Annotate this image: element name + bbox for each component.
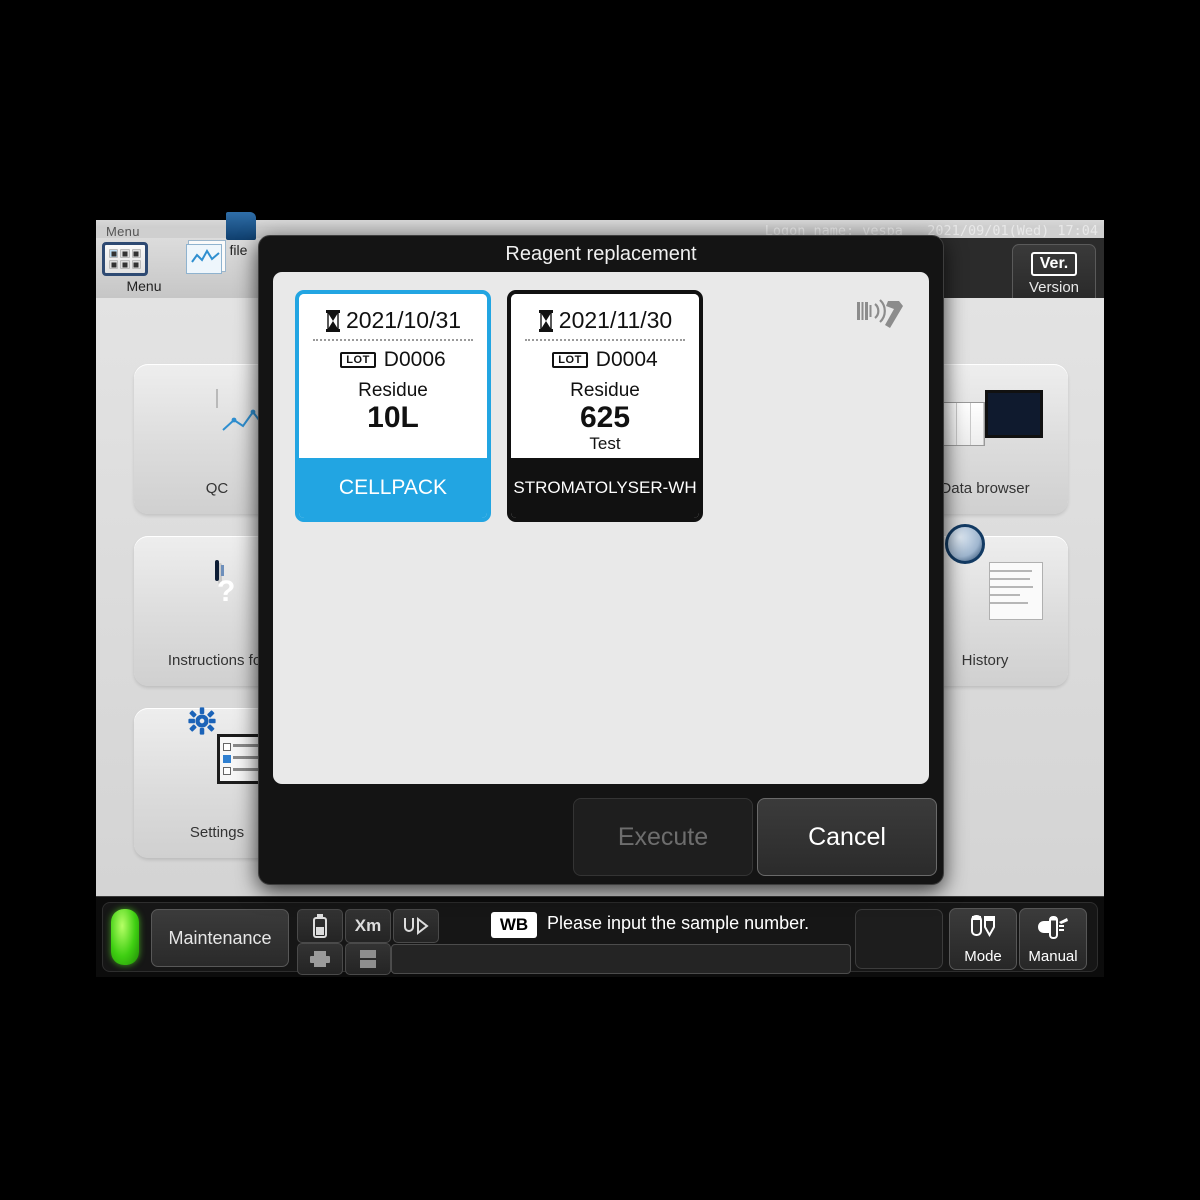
reagent-lot-row: LOT D0004 bbox=[511, 348, 699, 372]
menu-breadcrumb: Menu bbox=[106, 224, 140, 239]
residue-amount: 10L bbox=[367, 401, 419, 434]
reagent-name: CELLPACK bbox=[299, 458, 487, 518]
status-bar-inner: Maintenance Xm WB Please input the sampl… bbox=[102, 902, 1098, 975]
mode-button[interactable]: Mode bbox=[949, 908, 1017, 970]
dialog-title: Reagent replacement bbox=[505, 243, 697, 265]
hourglass-icon bbox=[538, 309, 553, 332]
status-blank-panel bbox=[855, 909, 943, 969]
toolbar-item-qc-file[interactable]: QC file bbox=[184, 212, 268, 274]
toolbar-item-menu[interactable]: Menu bbox=[102, 242, 186, 294]
printer-icon[interactable] bbox=[297, 943, 343, 975]
reagent-card-info: 2021/10/31 LOT D0006 Residue 10L bbox=[299, 294, 487, 458]
reagent-lot-number: D0004 bbox=[595, 348, 658, 371]
reagent-replacement-dialog: Reagent replacement 2021/10/31 LOT D0006… bbox=[258, 235, 944, 885]
lot-tag: LOT bbox=[340, 352, 376, 368]
manual-hand-icon bbox=[1035, 916, 1071, 947]
screen-root: Menu Logon name: vespa 2021/09/01(Wed) 1… bbox=[0, 0, 1200, 1200]
menu-grid-icon bbox=[102, 242, 186, 276]
status-bar: Maintenance Xm WB Please input the sampl… bbox=[96, 896, 1104, 977]
reagent-lot-row: LOT D0006 bbox=[299, 348, 487, 372]
blood-mode-badge[interactable]: WB bbox=[491, 912, 537, 938]
reagent-expiry-row: 2021/11/30 bbox=[511, 307, 699, 334]
version-label: Version bbox=[1028, 279, 1080, 296]
card-divider bbox=[313, 339, 473, 341]
reagent-expiry-row: 2021/10/31 bbox=[299, 307, 487, 334]
sample-flow-icon[interactable] bbox=[393, 909, 439, 943]
residue-label: Residue bbox=[570, 380, 640, 401]
residue-label: Residue bbox=[358, 380, 428, 401]
mode-button-label: Mode bbox=[964, 948, 1002, 965]
residue-amount: 625 bbox=[579, 401, 631, 434]
qc-chart-icon bbox=[216, 389, 286, 431]
execute-button[interactable]: Execute bbox=[573, 798, 753, 876]
toolbar-item-menu-label: Menu bbox=[126, 278, 162, 294]
lot-tag: LOT bbox=[552, 352, 588, 368]
status-lamp bbox=[111, 909, 139, 965]
reagent-lot-number: D0006 bbox=[383, 348, 446, 371]
sample-number-input[interactable] bbox=[391, 944, 851, 974]
test-tube-mode-icon bbox=[966, 915, 1000, 947]
cancel-button[interactable]: Cancel bbox=[757, 798, 937, 876]
gear-glyph bbox=[188, 707, 216, 735]
reagent-name: STROMATOLYSER-WH bbox=[511, 458, 699, 518]
reagent-expiry-date: 2021/11/30 bbox=[558, 307, 673, 333]
storage-icon[interactable] bbox=[345, 943, 391, 975]
dialog-body: 2021/10/31 LOT D0006 Residue 10L CELLPAC… bbox=[273, 272, 929, 784]
reagent-expiry-date: 2021/10/31 bbox=[345, 307, 462, 333]
manual-button[interactable]: Manual bbox=[1019, 908, 1087, 970]
version-badge: Ver. bbox=[1030, 252, 1078, 276]
manual-button-label: Manual bbox=[1028, 948, 1078, 965]
residue-unit: Test bbox=[589, 433, 621, 453]
reagent-card-info: 2021/11/30 LOT D0004 Residue 625 Test bbox=[511, 294, 699, 458]
status-message: Please input the sample number. bbox=[547, 913, 810, 933]
hourglass-icon bbox=[325, 309, 340, 332]
reagent-bottle-icon[interactable] bbox=[297, 909, 343, 943]
maintenance-button[interactable]: Maintenance bbox=[151, 909, 289, 967]
reagent-card[interactable]: 2021/11/30 LOT D0004 Residue 625 Test ST… bbox=[507, 290, 703, 522]
reagent-card[interactable]: 2021/10/31 LOT D0006 Residue 10L CELLPAC… bbox=[295, 290, 491, 522]
xbar-m-icon[interactable]: Xm bbox=[345, 909, 391, 943]
card-divider bbox=[525, 339, 685, 341]
barcode-scanner-icon[interactable] bbox=[855, 292, 907, 335]
help-book-icon: ? bbox=[215, 560, 235, 608]
